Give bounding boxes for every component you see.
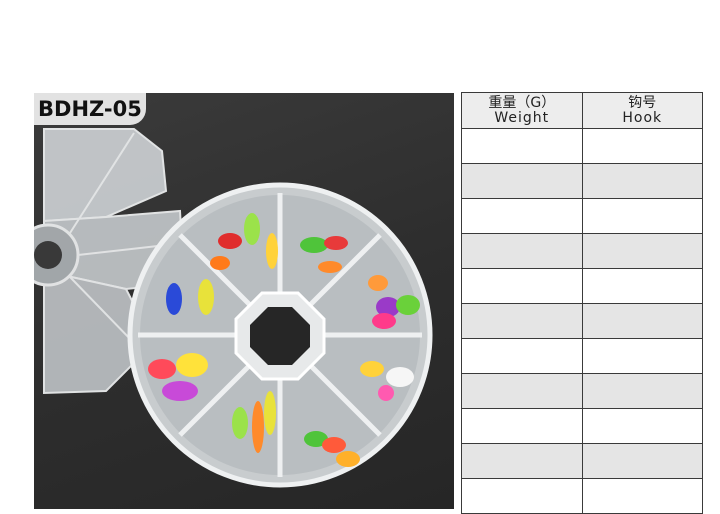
- hook-cell: [581, 198, 704, 234]
- hook-cell: [581, 268, 704, 304]
- spec-table: 重量（G） Weight 钩号 Hook: [461, 92, 704, 514]
- table-row: [461, 128, 704, 164]
- hook-cell: [581, 128, 704, 164]
- table-row: [461, 198, 704, 234]
- model-label: BDHZ-05: [34, 93, 146, 125]
- table-row: [461, 478, 704, 514]
- hook-cell: [581, 443, 704, 479]
- header-hook-en: Hook: [622, 109, 663, 126]
- table-row: [461, 163, 704, 199]
- header-hook-cn: 钩号: [628, 94, 657, 111]
- hook-cell: [581, 303, 704, 339]
- table-row: [461, 303, 704, 339]
- weight-cell: [461, 373, 583, 409]
- weight-cell: [461, 478, 583, 514]
- tackle-box-illustration: [34, 128, 433, 488]
- header-hook: 钩号 Hook: [581, 92, 704, 129]
- weight-cell: [461, 443, 583, 479]
- weight-cell: [461, 198, 583, 234]
- weight-cell: [461, 163, 583, 199]
- hook-cell: [581, 233, 704, 269]
- header-weight-en: Weight: [494, 109, 550, 126]
- table-row: [461, 233, 704, 269]
- weight-cell: [461, 303, 583, 339]
- weight-cell: [461, 128, 583, 164]
- hook-cell: [581, 408, 704, 444]
- weight-cell: [461, 408, 583, 444]
- table-row: [461, 443, 704, 479]
- spec-table-header: 重量（G） Weight 钩号 Hook: [461, 92, 704, 129]
- hook-cell: [581, 163, 704, 199]
- header-weight: 重量（G） Weight: [461, 92, 583, 129]
- hook-cell: [581, 338, 704, 374]
- table-row: [461, 408, 704, 444]
- table-row: [461, 373, 704, 409]
- header-weight-cn: 重量（G）: [488, 94, 556, 111]
- weight-cell: [461, 268, 583, 304]
- hook-cell: [581, 373, 704, 409]
- table-row: [461, 338, 704, 374]
- weight-cell: [461, 233, 583, 269]
- table-row: [461, 268, 704, 304]
- weight-cell: [461, 338, 583, 374]
- hook-cell: [581, 478, 704, 514]
- round-tackle-box: [127, 182, 433, 488]
- product-photo: [34, 93, 454, 509]
